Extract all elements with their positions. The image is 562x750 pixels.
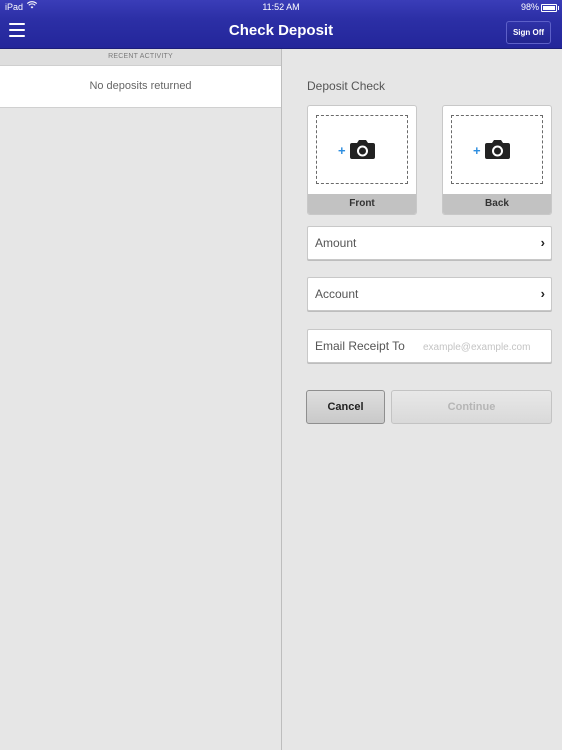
battery-icon <box>541 4 559 12</box>
chevron-right-icon: › <box>540 286 545 301</box>
page-title: Check Deposit <box>228 22 334 39</box>
email-receipt-label: Email Receipt To <box>315 339 405 353</box>
email-input[interactable] <box>421 337 550 357</box>
back-photo-button[interactable]: + Back <box>442 105 552 215</box>
recent-activity-pane: RECENT ACTIVITY No deposits returned <box>0 49 281 750</box>
amount-field[interactable]: Amount › <box>307 226 552 260</box>
no-deposits-message: No deposits returned <box>0 66 281 108</box>
email-receipt-field[interactable]: Email Receipt To <box>307 329 552 363</box>
account-label: Account <box>315 287 359 301</box>
front-photo-button[interactable]: + Front <box>307 105 417 215</box>
account-field[interactable]: Account › <box>307 277 552 311</box>
status-time: 11:52 AM <box>262 2 300 12</box>
deposit-check-heading: Deposit Check <box>307 79 386 93</box>
app-header: iPad 11:52 AM 98% Check Deposit Sign Off <box>0 0 562 49</box>
camera-icon <box>349 139 376 165</box>
amount-label: Amount <box>315 236 357 250</box>
recent-activity-header: RECENT ACTIVITY <box>0 49 281 66</box>
plus-icon: + <box>338 143 346 158</box>
back-label: Back <box>443 194 551 214</box>
status-bar: iPad 11:52 AM 98% <box>0 0 562 15</box>
battery-percent: 98% <box>520 2 539 12</box>
plus-icon: + <box>473 143 481 158</box>
sign-off-button[interactable]: Sign Off <box>506 21 551 44</box>
camera-icon <box>484 139 511 165</box>
front-label: Front <box>308 194 416 214</box>
cancel-button[interactable]: Cancel <box>306 390 385 424</box>
continue-button[interactable]: Continue <box>391 390 552 424</box>
chevron-right-icon: › <box>540 235 545 250</box>
